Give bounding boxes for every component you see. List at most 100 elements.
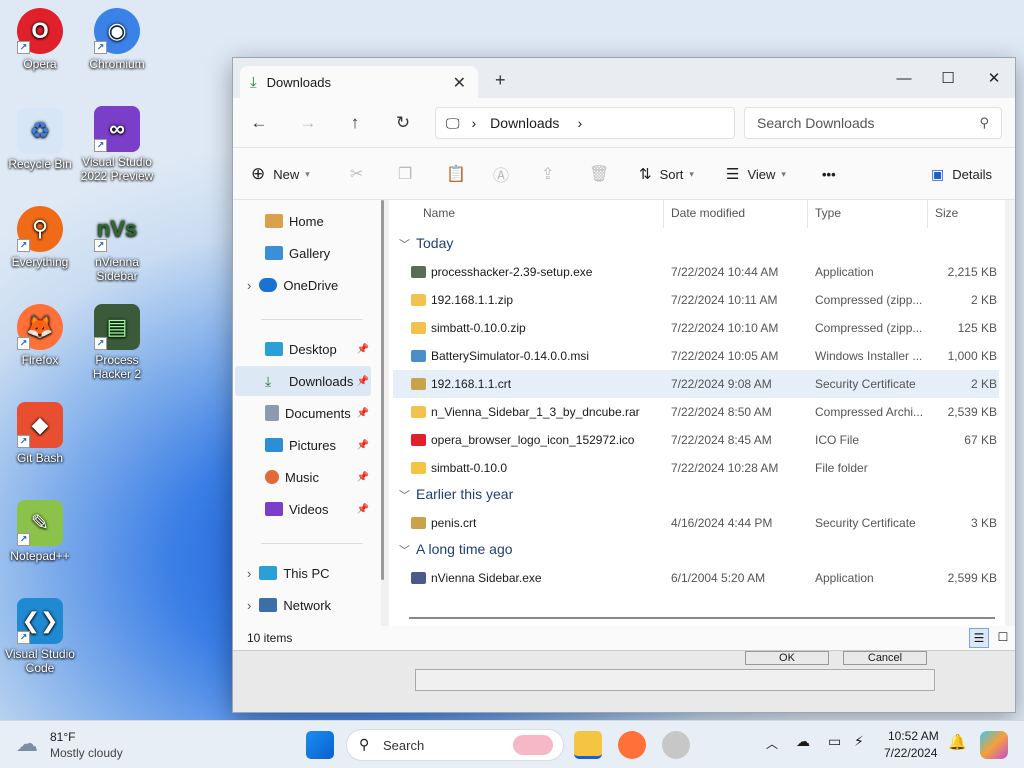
nav-item-downloads[interactable]: ⤓ Downloads 📌 xyxy=(235,366,371,396)
nav-item-gallery[interactable]: Gallery xyxy=(235,238,371,268)
delete-icon[interactable]: 🗑 xyxy=(589,162,609,186)
tiles-view-icon[interactable]: ☐ xyxy=(993,628,1013,648)
show-hidden-icons-chevron[interactable]: ︿ xyxy=(766,735,778,752)
nav-item-pictures[interactable]: Pictures 📌 xyxy=(235,430,371,460)
nav-item-music[interactable]: Music 📌 xyxy=(235,462,371,492)
file-explorer-taskbar-icon[interactable] xyxy=(574,731,602,759)
file-row[interactable]: processhacker-2.39-setup.exe 7/22/2024 10… xyxy=(393,258,999,286)
opera-icon: O ↗ xyxy=(17,8,63,54)
column-divider[interactable] xyxy=(807,200,808,228)
copy-icon[interactable]: ❐ xyxy=(398,162,412,186)
desktop-icon-recycle-bin[interactable]: ♻ Recycle Bin xyxy=(0,108,80,171)
close-window-button[interactable]: ✕ xyxy=(971,64,1017,92)
pin-icon[interactable]: 📌 xyxy=(357,344,369,355)
back-arrow-icon[interactable]: ← xyxy=(247,111,271,135)
desktop-icon-visual-studio-preview[interactable]: ∞ ↗ Visual Studio 2022 Preview xyxy=(77,106,157,183)
nav-scrollbar[interactable] xyxy=(381,200,387,636)
breadcrumb[interactable]: 🖵 › Downloads › xyxy=(435,107,735,139)
rename-icon[interactable]: Ⓐ xyxy=(493,162,509,186)
pin-icon[interactable]: 📌 xyxy=(357,504,369,515)
file-row[interactable]: BatterySimulator-0.14.0.0.msi 7/22/2024 1… xyxy=(393,342,999,370)
process-hacker-taskbar-icon[interactable] xyxy=(662,731,690,759)
column-header-date[interactable]: Date modified xyxy=(671,206,745,220)
refresh-icon[interactable]: ↻ xyxy=(391,111,415,135)
view-button[interactable]: ☰ View ▾ xyxy=(726,162,786,186)
nav-item-this-pc[interactable]: › This PC xyxy=(235,558,371,588)
file-row[interactable]: 192.168.1.1.zip 7/22/2024 10:11 AM Compres… xyxy=(393,286,999,314)
breadcrumb-downloads[interactable]: Downloads xyxy=(490,115,559,131)
group-header-today[interactable]: ﹀ Today xyxy=(399,235,453,252)
videos-icon xyxy=(265,502,283,516)
column-header-name[interactable]: Name xyxy=(423,206,455,220)
new-button[interactable]: ⊕ New ▾ xyxy=(251,162,310,186)
clock-date[interactable]: 7/22/2024 xyxy=(884,746,937,760)
minimize-button[interactable]: — xyxy=(881,64,927,92)
paste-icon[interactable]: 📋 xyxy=(446,162,466,186)
horizontal-scrollbar[interactable] xyxy=(409,617,995,619)
forward-arrow-icon[interactable]: → xyxy=(296,111,320,135)
search-input[interactable]: Search Downloads ⚲ xyxy=(744,107,1002,139)
file-row[interactable]: 192.168.1.1.crt 7/22/2024 9:08 AM Security… xyxy=(393,370,999,398)
weather-widget[interactable]: ☁ 81°F Mostly cloudy xyxy=(16,729,136,763)
group-header-long-ago[interactable]: ﹀ A long time ago xyxy=(399,541,513,558)
notification-bell-icon[interactable]: 🔔 xyxy=(948,733,967,751)
pin-icon[interactable]: 📌 xyxy=(357,440,369,451)
desktop-icon-everything[interactable]: ⚲ ↗ Everything xyxy=(0,206,80,269)
desktop-icon-firefox[interactable]: 🦊 ↗ Firefox xyxy=(0,304,80,367)
desktop-icon-vscode[interactable]: ❮❯ ↗ Visual Studio Code xyxy=(0,598,80,675)
expand-chevron-icon[interactable]: › xyxy=(247,566,251,581)
desktop-icon-chromium[interactable]: ◉ ↗ Chromium xyxy=(77,8,157,71)
desktop-icon-process-hacker[interactable]: ▤ ↗ Process Hacker 2 xyxy=(77,304,157,381)
close-tab-icon[interactable]: ✕ xyxy=(453,73,466,93)
background-cancel-button[interactable]: Cancel xyxy=(843,651,927,665)
file-row[interactable]: opera_browser_logo_icon_152972.ico 7/22/2… xyxy=(393,426,999,454)
details-button[interactable]: ▣ Details xyxy=(931,162,992,186)
up-arrow-icon[interactable]: ↑ xyxy=(343,111,367,135)
pin-icon[interactable]: 📌 xyxy=(357,408,369,419)
file-size: 2 KB xyxy=(970,293,997,307)
file-row[interactable]: simbatt-0.10.0.zip 7/22/2024 10:10 AM Comp… xyxy=(393,314,999,342)
onedrive-tray-icon[interactable]: ☁ xyxy=(796,733,810,750)
desktop-icon-notepadpp[interactable]: ✎ ↗ Notepad++ xyxy=(0,500,80,563)
taskbar-search-box[interactable]: ⚲ Search xyxy=(346,729,564,761)
more-options-button[interactable]: ••• xyxy=(822,162,836,186)
cut-icon[interactable]: ✂ xyxy=(350,162,363,186)
pin-icon[interactable]: 📌 xyxy=(357,376,369,387)
nav-item-desktop[interactable]: Desktop 📌 xyxy=(235,334,371,364)
file-row[interactable]: nVienna Sidebar.exe 6/1/2004 5:20 AM Appli… xyxy=(393,564,999,592)
display-tray-icon[interactable]: ▭ xyxy=(828,733,841,750)
maximize-button[interactable]: ☐ xyxy=(925,64,971,92)
desktop-icon-nvienna[interactable]: nVs ↗ nVienna Sidebar xyxy=(77,206,157,283)
file-row[interactable]: penis.crt 4/16/2024 4:44 PM Security Certi… xyxy=(393,509,999,537)
tab-downloads[interactable]: ⤓ Downloads ✕ xyxy=(240,66,478,98)
search-placeholder: Search Downloads xyxy=(757,115,875,131)
file-row[interactable]: simbatt-0.10.0 7/22/2024 10:28 AM File fol… xyxy=(393,454,999,482)
nav-item-network[interactable]: › Network xyxy=(235,590,371,620)
nav-item-onedrive[interactable]: › OneDrive xyxy=(235,270,371,300)
nav-item-documents[interactable]: Documents 📌 xyxy=(235,398,371,428)
firefox-taskbar-icon[interactable] xyxy=(618,731,646,759)
nav-item-home[interactable]: Home xyxy=(235,206,371,236)
expand-chevron-icon[interactable]: › xyxy=(247,278,251,293)
file-type-icon xyxy=(411,572,426,584)
clock-time[interactable]: 10:52 AM xyxy=(888,729,939,743)
column-header-type[interactable]: Type xyxy=(815,206,841,220)
desktop-icon-git-bash[interactable]: ◆ ↗ Git Bash xyxy=(0,402,80,465)
column-divider[interactable] xyxy=(927,200,928,228)
battery-tray-icon[interactable]: ⚡ xyxy=(854,733,864,750)
background-ok-button[interactable]: OK xyxy=(745,651,829,665)
sort-button[interactable]: ⇅ Sort ▾ xyxy=(639,162,694,186)
file-row[interactable]: n_Vienna_Sidebar_1_3_by_dncube.rar 7/22/2… xyxy=(393,398,999,426)
details-view-icon[interactable]: ☰ xyxy=(969,628,989,648)
share-icon[interactable]: ⇪ xyxy=(541,162,554,186)
copilot-icon[interactable] xyxy=(980,731,1008,759)
expand-chevron-icon[interactable]: › xyxy=(247,598,251,613)
column-header-size[interactable]: Size xyxy=(935,206,958,220)
pin-icon[interactable]: 📌 xyxy=(357,472,369,483)
new-tab-icon[interactable]: + xyxy=(495,70,506,91)
group-header-earlier[interactable]: ﹀ Earlier this year xyxy=(399,486,513,503)
desktop-icon-opera[interactable]: O ↗ Opera xyxy=(0,8,80,71)
column-divider[interactable] xyxy=(663,200,664,228)
nav-item-videos[interactable]: Videos 📌 xyxy=(235,494,371,524)
start-button[interactable] xyxy=(306,731,334,759)
